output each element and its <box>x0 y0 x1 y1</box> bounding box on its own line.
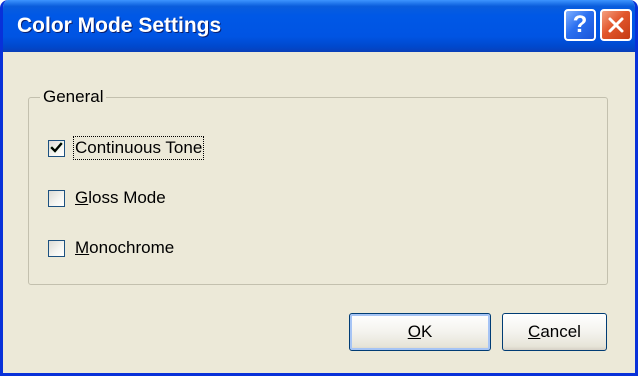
monochrome-checkbox[interactable] <box>48 239 65 257</box>
continuous-tone-option[interactable]: Continuous Tone <box>48 136 205 160</box>
ok-button[interactable]: OK <box>349 313 491 351</box>
monochrome-option[interactable]: Monochrome <box>48 236 174 260</box>
window-title: Color Mode Settings <box>17 14 222 37</box>
continuous-tone-label: Continuous Tone <box>72 136 205 160</box>
close-icon <box>608 17 624 33</box>
groupbox-label: General <box>40 86 107 108</box>
monochrome-text: onochrome <box>89 238 175 257</box>
close-button[interactable] <box>600 9 632 41</box>
checkmark-icon <box>50 141 63 153</box>
gloss-mode-text: loss Mode <box>88 188 166 207</box>
help-button[interactable]: ? <box>564 9 596 41</box>
cancel-mnemonic: C <box>528 322 541 341</box>
gloss-mode-checkbox[interactable] <box>48 189 65 207</box>
gloss-mode-mnemonic: G <box>75 188 89 207</box>
title-bar[interactable]: Color Mode Settings ? <box>3 0 635 52</box>
monochrome-mnemonic: M <box>75 238 90 257</box>
continuous-tone-checkbox[interactable] <box>48 139 65 157</box>
gloss-mode-label: Gloss Mode <box>75 188 166 208</box>
cancel-text: ancel <box>540 322 581 341</box>
ok-mnemonic: O <box>407 322 421 341</box>
ok-text: K <box>420 322 433 341</box>
monochrome-label: Monochrome <box>75 238 174 258</box>
help-icon: ? <box>572 11 588 38</box>
cancel-button[interactable]: Cancel <box>502 313 607 351</box>
continuous-tone-text: Continuous Tone <box>75 138 203 157</box>
gloss-mode-option[interactable]: Gloss Mode <box>48 186 166 210</box>
